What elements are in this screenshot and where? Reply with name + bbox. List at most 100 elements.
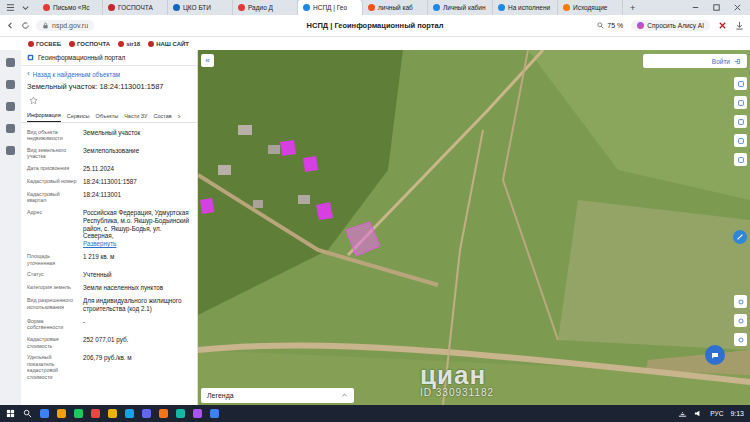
volume-icon[interactable]: [694, 409, 703, 418]
taskbar-app-icon[interactable]: [74, 409, 83, 418]
chevron-down-icon[interactable]: [21, 3, 30, 12]
parcel[interactable]: [316, 202, 333, 220]
taskbar-app-icon[interactable]: [108, 409, 117, 418]
parcel[interactable]: [303, 156, 318, 172]
bookmark[interactable]: ГОСПОЧТА: [69, 41, 110, 47]
taskbar-app-icon[interactable]: [142, 409, 151, 418]
field-value: 206,79 руб./кв. м: [83, 354, 191, 380]
map[interactable]: « Войти циан ID 330931182 Легенда: [198, 50, 750, 405]
windows-start-icon[interactable]: [6, 409, 15, 418]
minimize-icon[interactable]: [691, 3, 700, 12]
zoom-indicator[interactable]: 75 %: [597, 22, 623, 29]
bookmark[interactable]: sir18: [118, 41, 140, 47]
new-tab-button[interactable]: +: [623, 0, 642, 15]
field-patch: [198, 350, 750, 405]
tool-icon: [737, 118, 745, 126]
alice-button[interactable]: Спросить Алису AI: [631, 20, 710, 31]
panel-tab[interactable]: Сервисы: [67, 111, 90, 122]
menu-icon[interactable]: [6, 3, 15, 12]
browser-tab[interactable]: личный каб: [363, 0, 428, 15]
satellite-map[interactable]: [198, 50, 750, 405]
taskbar-app-icon[interactable]: [125, 409, 134, 418]
favicon-icon: [43, 4, 50, 11]
taskbar-app-icon[interactable]: [57, 409, 66, 418]
network-icon[interactable]: [678, 409, 687, 418]
house: [238, 125, 252, 135]
browser-tab[interactable]: Письмо «Яс: [38, 0, 103, 15]
back-icon[interactable]: [6, 21, 15, 30]
extension-icon[interactable]: [718, 21, 727, 30]
maximize-icon[interactable]: [712, 3, 721, 12]
sidebar-app-icon[interactable]: [6, 124, 15, 133]
field-value: Земли населенных пунктов: [83, 284, 191, 292]
chat-button[interactable]: [705, 345, 725, 365]
browser-tab[interactable]: НСПД | Гео: [298, 0, 363, 15]
expand-link[interactable]: Развернуть: [83, 240, 191, 248]
selected-parcel[interactable]: [346, 222, 380, 256]
sidebar-app-icon[interactable]: [6, 80, 15, 89]
parcel[interactable]: [280, 140, 296, 156]
map-tool-button[interactable]: [734, 314, 747, 327]
village-street: [198, 175, 438, 285]
panel-tab[interactable]: Части ЗУ: [124, 111, 147, 122]
bookmark[interactable]: НАШ САЙТ: [148, 41, 189, 47]
legend-dropdown[interactable]: Легенда: [201, 388, 354, 403]
field-value: Для индивидуального жилищного строительс…: [83, 297, 191, 313]
sidebar-app-icon[interactable]: [6, 146, 15, 155]
screen: Письмо «Яс ГОСПОЧТА ЦКО БТИ Радио Д НСПД…: [0, 0, 750, 422]
favorite-star-icon[interactable]: [29, 96, 38, 105]
language-indicator[interactable]: РУС: [710, 410, 723, 417]
object-title: Земельный участок: 18:24:113001:1587: [21, 80, 197, 93]
browser-tab[interactable]: ГОСПОЧТА: [103, 0, 168, 15]
field-value: 1 219 кв. м: [83, 253, 191, 266]
sidebar-app-icon[interactable]: [6, 58, 15, 67]
map-tool-button[interactable]: [734, 333, 747, 346]
panel-tab[interactable]: Информация: [27, 110, 61, 122]
field-row: Вид земельного участка Землепользование: [27, 144, 191, 162]
taskbar-app-icon[interactable]: [159, 409, 168, 418]
tabs-more-button[interactable]: ›: [178, 112, 181, 121]
browser-tab[interactable]: Радио Д: [233, 0, 298, 15]
back-link[interactable]: ‹Назад к найденным объектам: [21, 66, 197, 80]
sidebar-app-icon[interactable]: [6, 102, 15, 111]
browser-tab[interactable]: ЦКО БТИ: [168, 0, 233, 15]
search-icon[interactable]: [23, 409, 32, 418]
map-tool-button[interactable]: [734, 153, 747, 166]
bookmark[interactable]: ГОСВЕБ: [28, 41, 61, 47]
map-tool-button[interactable]: [734, 77, 747, 90]
browser-tab[interactable]: На исполнени: [493, 0, 558, 15]
panel-tab[interactable]: Состав: [154, 111, 172, 122]
close-icon[interactable]: [733, 3, 742, 12]
reload-icon[interactable]: [21, 21, 30, 30]
clock[interactable]: 9:13: [730, 410, 744, 417]
chat-icon: [710, 350, 720, 360]
taskbar-app-icon[interactable]: [176, 409, 185, 418]
login-icon: [734, 58, 741, 65]
browser-tab[interactable]: Исходящие: [558, 0, 623, 15]
taskbar-app-icon[interactable]: [91, 409, 100, 418]
tool-icon: [737, 99, 745, 107]
map-tool-button[interactable]: [734, 115, 747, 128]
road: [348, 50, 543, 255]
map-tool-button[interactable]: [734, 295, 747, 308]
taskbar-app-icon[interactable]: [193, 409, 202, 418]
collapse-panel-button[interactable]: «: [201, 54, 214, 67]
field-label: Категория земель: [27, 284, 77, 292]
url-field[interactable]: nspd.gov.ru: [36, 20, 94, 31]
taskbar-app-icon[interactable]: [210, 409, 219, 418]
field-value: Российская Федерация, Удмуртская Республ…: [83, 209, 191, 248]
taskbar-app-icon[interactable]: [40, 409, 49, 418]
map-tool-button[interactable]: [734, 96, 747, 109]
downloads-icon[interactable]: [735, 21, 744, 30]
parcel[interactable]: [200, 198, 214, 214]
panel-tab[interactable]: Объекты: [95, 111, 118, 122]
field-label: Кадастровый номер: [27, 178, 77, 186]
map-tool-button[interactable]: [734, 134, 747, 147]
browser-tab[interactable]: Личный кабин: [428, 0, 493, 15]
ruler-button[interactable]: [733, 230, 747, 244]
field-value: Землепользование: [83, 147, 191, 160]
browser-sidebar: [0, 50, 21, 405]
login-button[interactable]: Войти: [643, 54, 747, 68]
field-row: Статус Учтенный: [27, 269, 191, 282]
map-ground: [198, 50, 750, 405]
